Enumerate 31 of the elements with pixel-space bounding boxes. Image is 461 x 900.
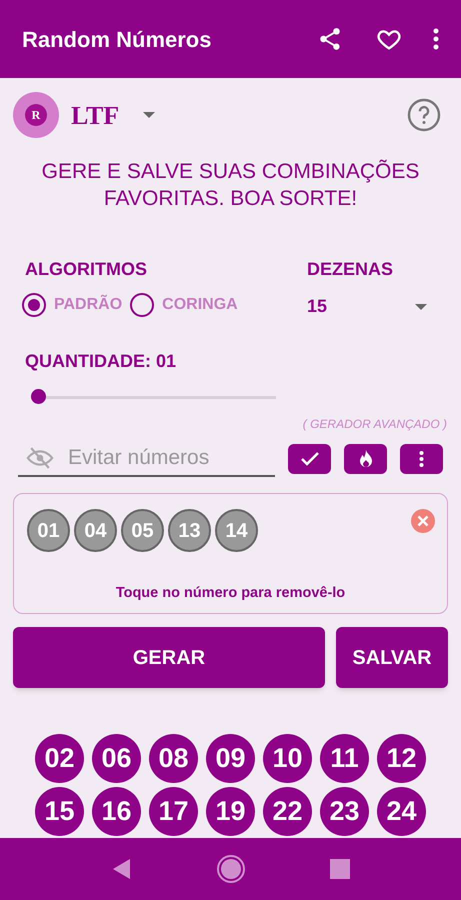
lottery-logo: R (13, 92, 59, 138)
hidden-eye-icon (26, 447, 54, 469)
back-icon[interactable] (112, 858, 132, 880)
avoid-numbers-field[interactable]: Evitar números (68, 442, 258, 474)
hot-numbers-button[interactable] (344, 444, 387, 474)
home-icon[interactable] (216, 854, 246, 884)
radio-button[interactable] (130, 293, 154, 317)
dezenas-dropdown[interactable]: 15 (307, 293, 427, 320)
more-icon (419, 451, 424, 467)
check-icon (300, 452, 318, 466)
advanced-label: ( GERADOR AVANÇADO ) (302, 416, 447, 433)
section-label: ALGORITMOS (25, 258, 148, 281)
clear-icon[interactable] (410, 508, 436, 534)
quantity-slider[interactable] (31, 389, 276, 405)
caret-icon (415, 304, 427, 310)
quantity-label: QUANTIDADE: 01 (25, 350, 178, 373)
save-button[interactable]: SALVAR (336, 627, 448, 688)
generate-button[interactable]: GERAR (13, 627, 325, 688)
confirm-button[interactable] (288, 444, 331, 474)
app-title: Random Números (22, 26, 212, 54)
help-icon[interactable] (406, 97, 442, 133)
dropdown-caret-icon[interactable] (143, 112, 156, 118)
lottery-name[interactable]: LTF (71, 96, 120, 134)
more-icon[interactable] (433, 28, 439, 50)
section-label: DEZENAS (307, 258, 394, 281)
flame-icon (358, 450, 372, 468)
recents-icon[interactable] (330, 859, 350, 879)
hint-text: Toque no número para removê-lo (116, 584, 346, 604)
headline-text: GERE E SALVE SUAS COMBINAÇÕES FAVORITAS. BOA SORTE! (40, 158, 420, 212)
options-button[interactable] (400, 444, 443, 474)
radio-button[interactable] (22, 293, 46, 317)
